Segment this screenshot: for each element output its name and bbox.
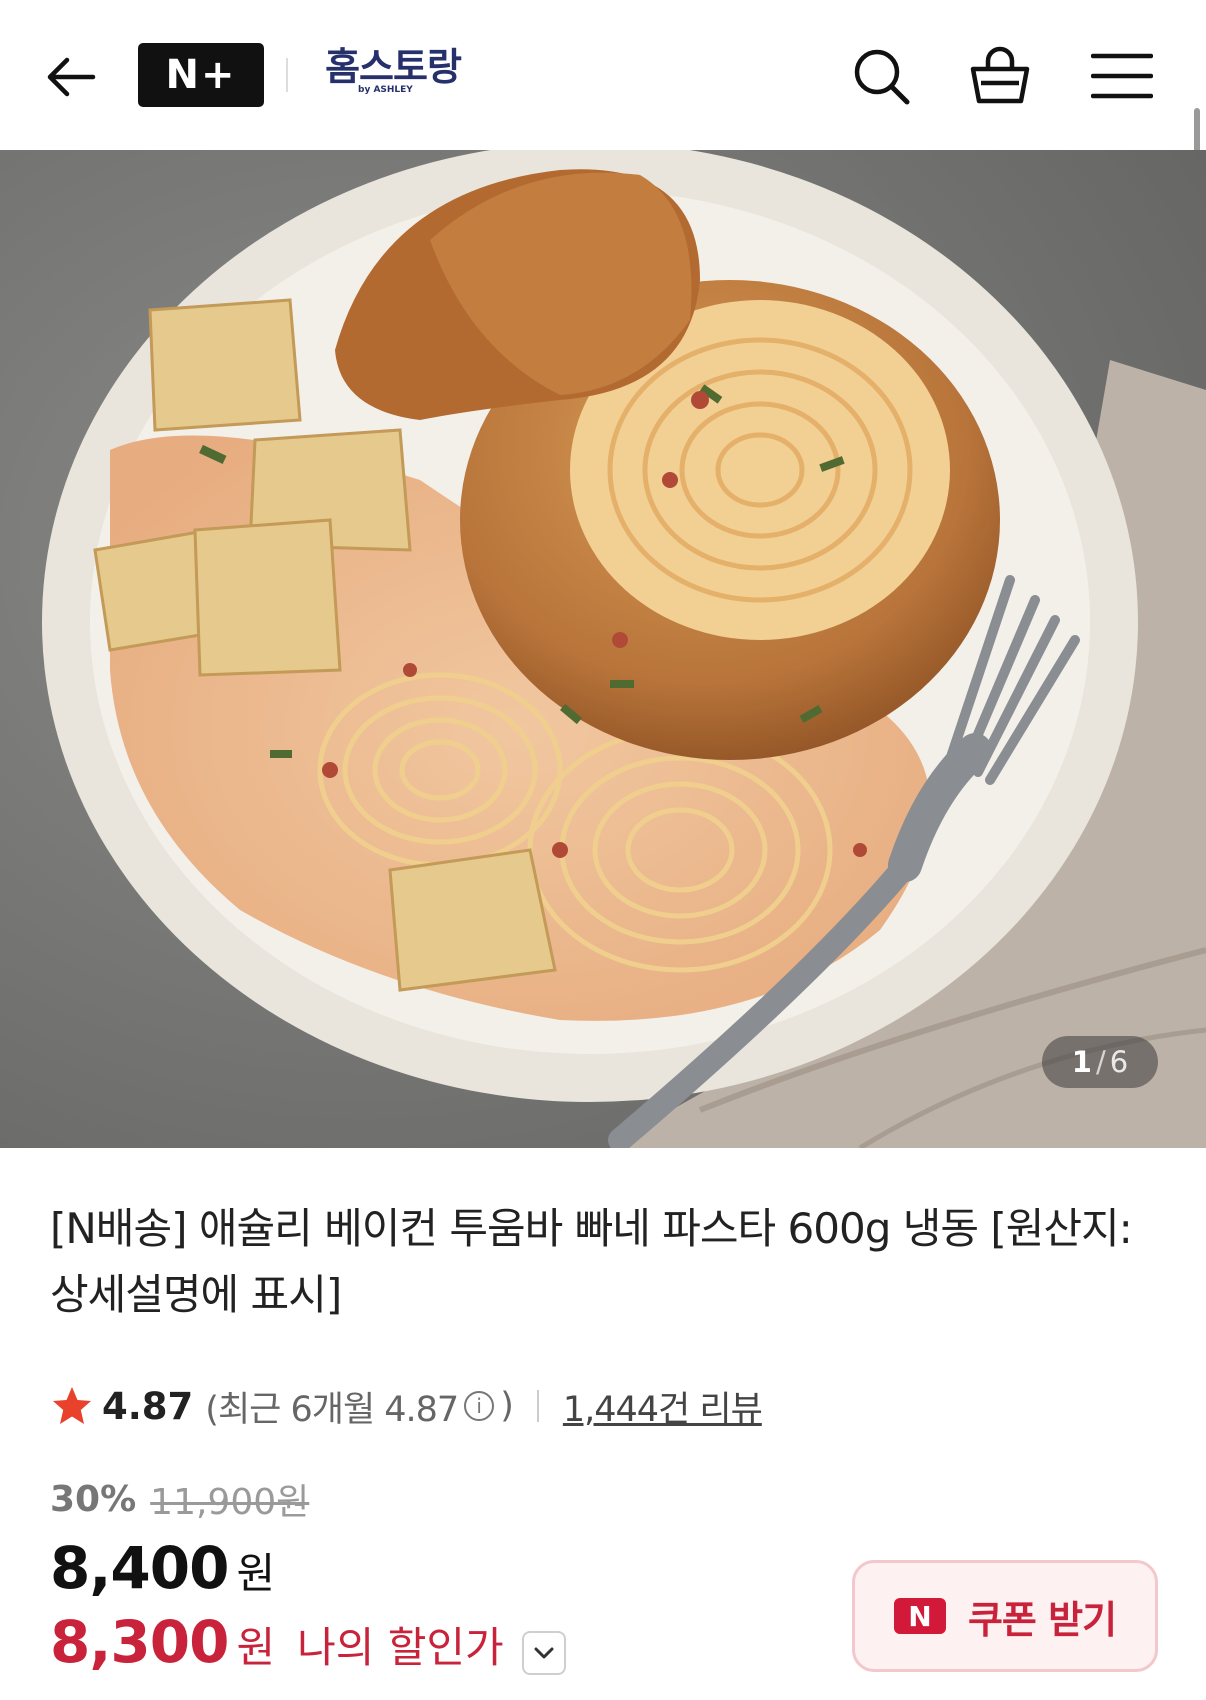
- discount-row: 30% 11,900원: [50, 1474, 309, 1524]
- product-title: [N배송] 애슐리 베이컨 투움바 빠네 파스타 600g 냉동 [원산지:상세…: [50, 1204, 1133, 1319]
- image-counter-current: 1: [1071, 1045, 1092, 1079]
- product-image-carousel[interactable]: [0, 150, 1206, 1148]
- image-counter-total: 6: [1109, 1045, 1129, 1079]
- coupon-button[interactable]: N 쿠폰 받기: [852, 1560, 1158, 1672]
- original-price: 11,900원: [150, 1482, 310, 1523]
- coupon-label: 쿠폰 받기: [967, 1597, 1117, 1642]
- image-counter-separator: /: [1095, 1045, 1106, 1079]
- star-icon: [53, 1387, 91, 1424]
- brand-name: 홈스토랑: [325, 45, 462, 89]
- top-bar: N+ 홈스토랑 by ASHLEY: [0, 0, 1206, 150]
- search-icon: [854, 49, 910, 105]
- sale-price-row: 8,400 원: [50, 1534, 275, 1608]
- back-button[interactable]: [38, 44, 104, 110]
- chevron-down-icon: [534, 1647, 554, 1659]
- sale-price: 8,400: [50, 1534, 229, 1602]
- sale-price-unit: 원: [236, 1549, 276, 1598]
- hamburger-menu-icon: [1091, 53, 1153, 99]
- image-counter: 1 / 6: [1042, 1036, 1158, 1088]
- rating-score: 4.87: [102, 1384, 194, 1428]
- naver-plus-logo[interactable]: N+: [138, 43, 264, 107]
- my-discount-unit: 원: [236, 1623, 276, 1672]
- product-photo: [0, 150, 1206, 1148]
- review-count-link[interactable]: 1,444건 리뷰: [563, 1381, 763, 1432]
- my-discount-label: 나의 할인가: [297, 1623, 504, 1672]
- rating-row: 4.87 (최근 6개월 4.87 i ) 1,444건 리뷰: [50, 1378, 763, 1434]
- discount-percent: 30%: [50, 1478, 137, 1520]
- shopping-bag-icon: [970, 46, 1030, 104]
- cart-button[interactable]: [964, 40, 1036, 112]
- my-discount-toggle[interactable]: [521, 1631, 566, 1675]
- store-brand-logo[interactable]: 홈스토랑 by ASHLEY: [318, 46, 468, 106]
- recent-rating-close: ): [500, 1386, 514, 1426]
- menu-button[interactable]: [1086, 40, 1158, 112]
- naver-n-badge: N: [893, 1598, 946, 1634]
- recent-rating: (최근 6개월 4.87: [205, 1389, 459, 1430]
- search-button[interactable]: [845, 40, 917, 112]
- back-arrow-icon: [47, 57, 96, 97]
- rating-divider: [536, 1390, 539, 1422]
- info-icon[interactable]: i: [464, 1391, 495, 1421]
- my-discount-price: 8,300: [50, 1608, 229, 1676]
- header-divider: [286, 58, 288, 92]
- my-discount-row[interactable]: 8,300 원 나의 할인가: [50, 1608, 566, 1682]
